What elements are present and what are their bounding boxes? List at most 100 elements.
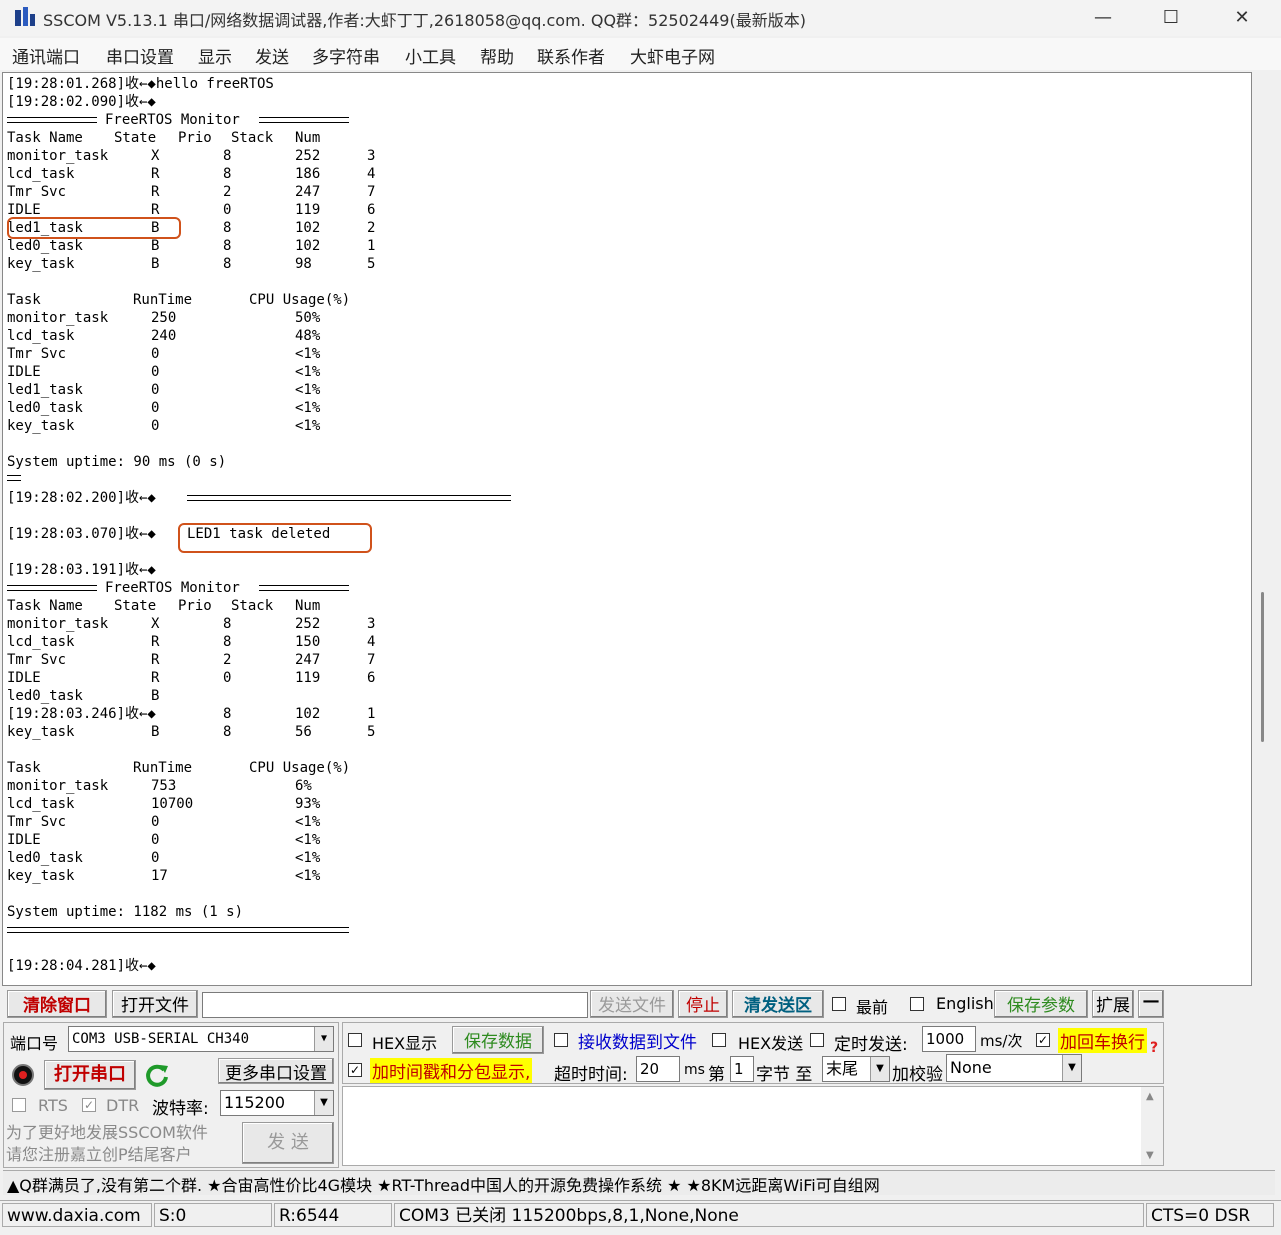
baud-select[interactable]: 115200 ▼ [220,1090,334,1116]
hex-send-checkbox[interactable] [712,1033,726,1047]
byte-from-input[interactable]: 1 [730,1056,754,1082]
menu-contact[interactable]: 联系作者 [537,43,605,68]
led1-highlight [7,217,181,239]
save-params-button[interactable]: 保存参数 [994,990,1088,1018]
stop-button[interactable]: 停止 [678,990,728,1018]
menu-multi-string[interactable]: 多字符串 [312,43,380,68]
chevron-down-icon[interactable]: ▼ [870,1057,889,1081]
col-header: Stack [231,598,274,614]
port-select[interactable]: COM3 USB-SERIAL CH340 ▼ [68,1026,334,1052]
help-icon[interactable]: ? [1150,1040,1158,1056]
collapse-button[interactable]: — [1138,990,1164,1018]
clear-send-button[interactable]: 清发送区 [732,990,824,1018]
menu-display[interactable]: 显示 [198,43,232,68]
port-select-value: COM3 USB-SERIAL CH340 [72,1031,250,1047]
col-header: CPU Usage(%) [249,760,351,776]
window-title: SSCOM V5.13.1 串口/网络数据调试器,作者:大虾丁丁,2618058… [43,11,806,30]
rx-line: [19:28:02.090]收←◆ [7,94,156,110]
open-port-button[interactable]: 打开串口 [44,1060,136,1090]
col-header: RunTime [133,292,193,308]
scroll-up-icon[interactable]: ▲ [1146,1091,1154,1102]
rts-label: RTS [38,1096,68,1115]
chevron-down-icon[interactable]: ▼ [314,1027,333,1051]
byte-to-value: 末尾 [826,1059,859,1078]
uptime-line: System uptime: 1182 ms (1 s) [7,904,244,920]
byte-from-label: 第 [708,1065,725,1085]
menu-comm-port[interactable]: 通讯端口 [12,43,80,68]
ticker-text[interactable]: ▲Q群满员了,没有第二个群. ★合宙高性价比4G模块 ★RT-Thread中国人… [7,1172,880,1196]
interval-unit: ms/次 [980,1032,1023,1050]
col-header: State [114,130,157,146]
timed-send-checkbox[interactable] [810,1033,824,1047]
expand-button[interactable]: 扩展 [1092,990,1134,1018]
menu-serial-settings[interactable]: 串口设置 [106,43,174,68]
refresh-icon[interactable] [144,1062,170,1088]
menu-help[interactable]: 帮助 [480,43,514,68]
menu-tools[interactable]: 小工具 [405,43,456,68]
col-header: Task Name [7,598,83,614]
close-button[interactable]: ✕ [1219,4,1265,32]
minimize-button[interactable]: — [1080,4,1126,32]
timestamp-label: 加时间戳和分包显示, [370,1058,533,1083]
open-file-button[interactable]: 打开文件 [112,990,198,1018]
separator [187,495,511,501]
recv-to-file-checkbox[interactable] [554,1033,568,1047]
recv-to-file-label[interactable]: 接收数据到文件 [578,1028,697,1053]
receive-scrollbar[interactable] [1252,72,1274,984]
english-checkbox[interactable] [910,997,924,1011]
timed-send-label: 定时发送: [834,1035,908,1055]
rx-line: [19:28:03.191]收←◆ [7,562,156,578]
rx-line: [19:28:03.070]收←◆ [7,526,156,542]
monitor-title: FreeRTOS Monitor [105,580,240,596]
hex-display-checkbox[interactable] [348,1033,362,1047]
checksum-select[interactable]: None ▼ [946,1054,1082,1082]
receive-area[interactable]: [19:28:01.268]收←◆hello freeRTOS [19:28:0… [2,72,1252,986]
hex-display-label: HEX显示 [372,1034,438,1053]
maximize-button[interactable]: ☐ [1148,4,1194,32]
send-file-button[interactable]: 发送文件 [590,990,674,1018]
send-scrollbar[interactable]: ▲ ▼ [1141,1087,1163,1165]
col-header: Task [7,760,41,776]
english-label: English [936,994,994,1013]
rts-checkbox[interactable] [12,1098,26,1112]
baud-label: 波特率: [152,1099,209,1119]
rx-line: [19:28:02.200]收←◆ [7,490,156,506]
col-header: Stack [231,130,274,146]
status-port: COM3 已关闭 115200bps,8,1,None,None [394,1203,1144,1227]
status-site[interactable]: www.daxia.com [2,1203,152,1227]
dtr-checkbox[interactable]: ✓ [82,1098,96,1112]
col-header: RunTime [133,760,193,776]
separator [7,927,349,933]
timeout-input[interactable]: 20 [636,1056,680,1082]
menu-send[interactable]: 发送 [255,43,289,68]
uptime-line: System uptime: 90 ms (0 s) [7,454,227,470]
file-path-field[interactable] [202,992,588,1018]
menu-daxia-site[interactable]: 大虾电子网 [630,43,715,68]
title-bar: SSCOM V5.13.1 串口/网络数据调试器,作者:大虾丁丁,2618058… [0,0,1281,36]
more-serial-settings-button[interactable]: 更多串口设置 [218,1058,334,1084]
clear-window-button[interactable]: 清除窗口 [7,990,107,1018]
topmost-checkbox[interactable] [832,997,846,1011]
send-button[interactable]: 发 送 [242,1122,334,1164]
send-textarea[interactable]: ▲ ▼ [342,1086,1164,1166]
save-data-button[interactable]: 保存数据 [452,1026,544,1054]
col-header: Prio [178,598,212,614]
chevron-down-icon[interactable]: ▼ [314,1091,333,1115]
checksum-label: 加校验 [892,1065,943,1085]
chevron-down-icon[interactable]: ▼ [1062,1055,1081,1081]
scroll-down-icon[interactable]: ▼ [1146,1150,1154,1161]
port-label: 端口号 [10,1034,59,1053]
add-crlf-checkbox[interactable]: ✓ [1036,1033,1050,1047]
ticker-bar: ▲Q群满员了,没有第二个群. ★合宙高性价比4G模块 ★RT-Thread中国人… [3,1170,1275,1195]
rx-line: [19:28:01.268]收←◆hello freeRTOS [7,76,274,92]
timestamp-checkbox[interactable]: ✓ [348,1063,362,1077]
port-status-icon [12,1064,34,1086]
dtr-label: DTR [106,1096,140,1115]
interval-input[interactable]: 1000 [922,1026,976,1052]
menu-bar: 通讯端口 串口设置 显示 发送 多字符串 小工具 帮助 联系作者 大虾电子网 [0,38,1281,70]
separator [259,117,349,123]
timeout-label: 超时时间: [554,1065,628,1085]
byte-to-select[interactable]: 末尾 ▼ [822,1056,890,1082]
scroll-thumb[interactable] [1261,592,1264,742]
promo-text[interactable]: 为了更好地发展SSCOM软件 请您注册嘉立创P结尾客户 [6,1122,208,1166]
